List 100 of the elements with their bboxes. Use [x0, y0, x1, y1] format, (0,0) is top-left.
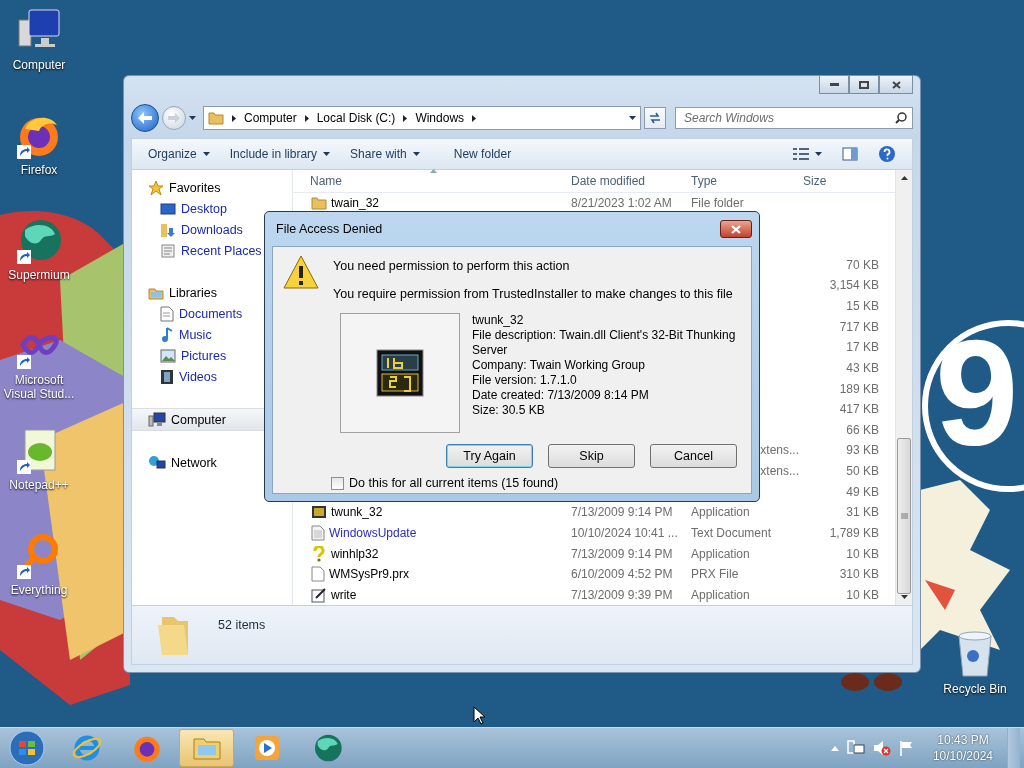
- document-icon: [160, 305, 174, 322]
- desktop-shortcut[interactable]: Computer: [0, 6, 78, 111]
- sort-arrow-icon: [430, 169, 437, 173]
- search-field[interactable]: Search Windows: [675, 107, 913, 129]
- nav-item[interactable]: Network: [132, 452, 292, 473]
- dialog-button[interactable]: Skip: [548, 444, 635, 468]
- desktop-icon-label: Computer: [11, 58, 67, 72]
- file-name[interactable]: winhlp32: [331, 546, 379, 561]
- nav-item[interactable]: Videos: [132, 366, 292, 387]
- desktop-shortcut[interactable]: Firefox: [0, 111, 78, 216]
- nav-item[interactable]: Desktop: [132, 198, 292, 219]
- desktop-shortcut[interactable]: Supermium: [0, 216, 78, 321]
- help-icon: [878, 145, 896, 163]
- table-cell: Application: [691, 546, 750, 561]
- flag-icon[interactable]: [898, 740, 915, 756]
- file-name[interactable]: twunk_32: [331, 505, 383, 520]
- picture-icon: [160, 348, 176, 363]
- desktop-shortcut[interactable]: Recycle Bin: [940, 630, 1010, 696]
- table-cell: 1,789 KB: [829, 525, 879, 540]
- command-button[interactable]: Organize: [140, 143, 218, 165]
- boots-drawing: [841, 673, 902, 691]
- application-icon: [376, 349, 424, 397]
- address-bar[interactable]: Computer Local Disk (C:) Windows: [203, 106, 641, 130]
- start-orb-icon: [9, 730, 45, 766]
- table-cell: PRX File: [691, 567, 739, 582]
- command-button[interactable]: New folder: [445, 143, 520, 165]
- file-name[interactable]: WMSysPr9.prx: [329, 567, 409, 582]
- network-icon[interactable]: [846, 740, 865, 756]
- dialog-button[interactable]: Cancel: [650, 444, 737, 468]
- scroll-up-icon: [900, 176, 908, 180]
- trash-bin-icon: [955, 630, 995, 678]
- warning-icon: [283, 255, 319, 289]
- refresh-icon: [648, 112, 662, 124]
- preview-pane-icon: [842, 147, 858, 161]
- nav-item[interactable]: Pictures: [132, 345, 292, 366]
- desktop-icon-label: Microsoft Visual Stud...: [2, 373, 76, 401]
- desktop-icon-label: Firefox: [19, 163, 59, 177]
- folder-icon: [208, 110, 224, 126]
- back-button[interactable]: [131, 104, 159, 132]
- table-cell: 10/10/2024 10:41 ...: [571, 525, 678, 540]
- computer-icon: [148, 411, 166, 428]
- film-icon: [160, 368, 174, 385]
- file-detail: Size: 30.5 KB: [472, 403, 546, 418]
- clock-time: 10:43 PM: [937, 732, 989, 748]
- command-button[interactable]: Share with: [342, 143, 428, 165]
- command-button[interactable]: Include in library: [221, 143, 339, 165]
- chevron-icon: [304, 114, 309, 122]
- table-cell: 417 KB: [839, 402, 879, 417]
- column-header[interactable]: Date modified: [571, 173, 646, 188]
- table-cell: 7/13/2009 9:14 PM: [571, 505, 673, 520]
- minimize-icon: [829, 83, 839, 86]
- refresh-button[interactable]: [644, 107, 666, 129]
- checkbox[interactable]: [331, 476, 344, 490]
- table-cell: 310 KB: [839, 567, 879, 582]
- close-icon: [731, 224, 741, 234]
- show-hidden-icons[interactable]: [830, 745, 839, 751]
- nav-item[interactable]: Music: [132, 324, 292, 345]
- breadcrumb[interactable]: Windows: [415, 111, 465, 125]
- network-icon: [148, 454, 166, 471]
- close-button[interactable]: [879, 76, 913, 94]
- maximize-icon: [859, 80, 869, 89]
- file-detail: Date created: 7/13/2009 8:14 PM: [472, 388, 650, 403]
- dialog-title: File Access Denied: [276, 222, 383, 236]
- scrollbar-thumb[interactable]: [897, 438, 911, 594]
- file-name[interactable]: WindowsUpdate: [329, 525, 417, 540]
- nav-item[interactable]: Documents: [132, 303, 292, 324]
- table-cell: 31 KB: [846, 505, 879, 520]
- scrollbar[interactable]: [895, 170, 912, 605]
- column-header[interactable]: Type: [691, 173, 717, 188]
- notepad-pen-icon: [311, 586, 327, 603]
- application-icon: [311, 504, 327, 521]
- table-cell: 7/13/2009 9:14 PM: [571, 546, 673, 561]
- chevron-icon: [403, 114, 408, 122]
- details-view-icon: [793, 148, 809, 160]
- table-cell: 43 KB: [846, 360, 879, 375]
- file-name[interactable]: write: [331, 587, 357, 602]
- folder-icon: [311, 194, 327, 211]
- maximize-button[interactable]: [849, 76, 879, 94]
- grip-icon: [900, 513, 908, 519]
- nav-item[interactable]: Favorites: [132, 177, 292, 198]
- file-name[interactable]: twain_32: [331, 195, 380, 210]
- breadcrumb[interactable]: Computer: [244, 111, 297, 125]
- table-cell: 66 KB: [846, 422, 879, 437]
- table-cell: Text Document: [691, 525, 772, 540]
- nav-item[interactable]: Libraries: [132, 282, 292, 303]
- breadcrumb[interactable]: Local Disk (C:): [316, 111, 396, 125]
- desktop-icon: [160, 201, 176, 216]
- table-cell: Application: [691, 505, 750, 520]
- dialog-button[interactable]: Try Again: [446, 444, 533, 468]
- close-button[interactable]: [720, 220, 752, 238]
- column-header[interactable]: Name: [310, 173, 342, 188]
- nav-item[interactable]: Recent Places: [132, 240, 292, 261]
- taskbar-button[interactable]: [179, 729, 234, 767]
- column-header[interactable]: Size: [803, 173, 827, 188]
- desktop-icon-label: Supermium: [7, 268, 71, 282]
- minimize-button[interactable]: [819, 76, 849, 94]
- volume-muted-icon[interactable]: [872, 740, 891, 756]
- item-count: 52 items: [218, 618, 266, 632]
- table-cell: Application: [691, 587, 750, 602]
- music-note-icon: [160, 326, 174, 343]
